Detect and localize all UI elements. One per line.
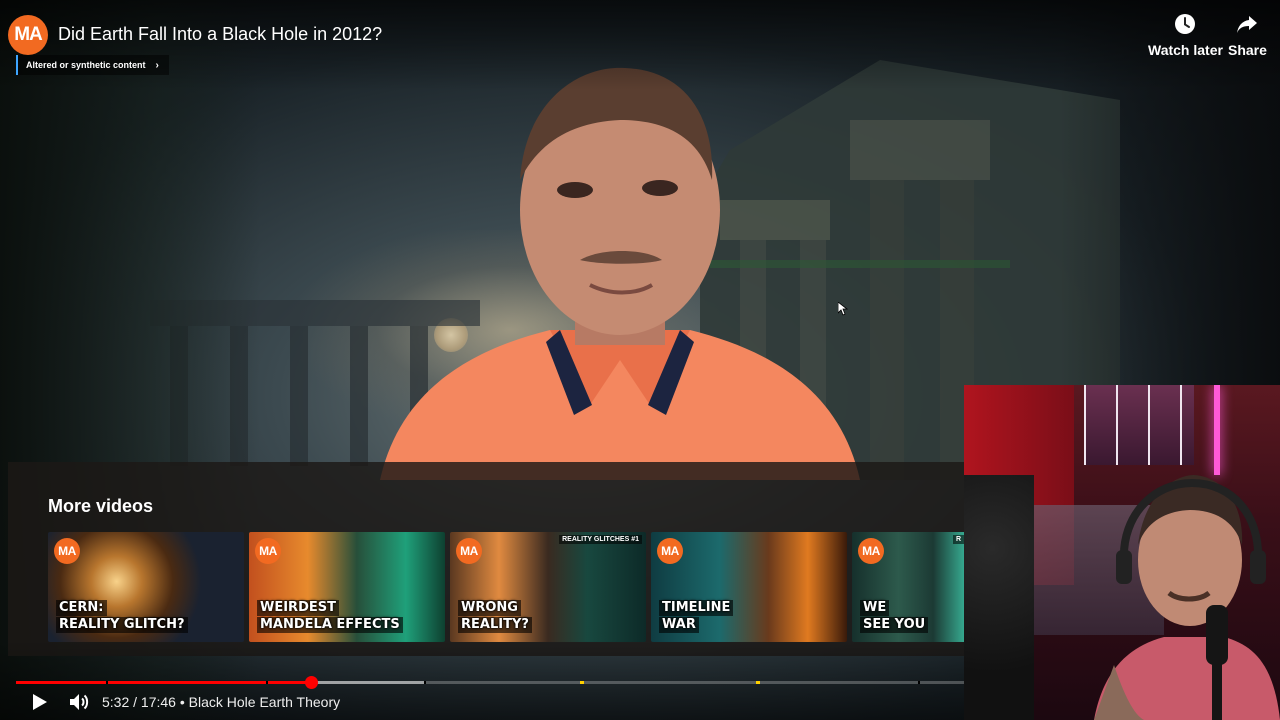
series-tag: REALITY GLITCHES #1: [559, 535, 642, 544]
thumbnail-caption: WEIRDEST MANDELA EFFECTS: [257, 600, 403, 634]
channel-avatar[interactable]: MA: [8, 15, 48, 55]
channel-badge: MA: [456, 538, 482, 564]
chapter-divider: [266, 681, 268, 684]
top-bar: MA Did Earth Fall Into a Black Hole in 2…: [0, 0, 1280, 90]
chapter-divider: [918, 681, 920, 684]
watch-later-label: Watch later: [1148, 42, 1223, 58]
webcam-neon-light: [1214, 385, 1220, 475]
chapter-divider: [424, 681, 426, 684]
caption-line: SEE YOU: [860, 617, 929, 633]
presenter: [380, 67, 860, 480]
series-tag: R: [952, 535, 964, 544]
webcam-shelf: [1084, 385, 1194, 465]
thumbnail-caption: WRONG REALITY?: [458, 600, 532, 634]
caption-line: WAR: [659, 617, 699, 633]
video-thumbnail-cern[interactable]: MA CERN: REALITY GLITCH?: [48, 532, 244, 642]
play-icon[interactable]: [28, 691, 50, 713]
synthetic-content-label[interactable]: Altered or synthetic content ›: [16, 55, 169, 75]
channel-badge: MA: [54, 538, 80, 564]
share-button[interactable]: Share: [1228, 12, 1267, 58]
caption-line: MANDELA EFFECTS: [257, 617, 403, 633]
ad-marker: [756, 681, 760, 684]
video-thumbnail-timeline-war[interactable]: MA TIMELINE WAR: [651, 532, 847, 642]
ad-marker: [580, 681, 584, 684]
channel-badge: MA: [657, 538, 683, 564]
synthetic-content-text: Altered or synthetic content: [26, 60, 146, 70]
chapter-divider: [106, 681, 108, 684]
video-thumbnail-we-see-you[interactable]: MA R WE SEE YOU: [852, 532, 964, 642]
volume-icon[interactable]: [67, 690, 91, 714]
mouse-cursor: [838, 302, 848, 316]
chevron-right-icon: ›: [155, 59, 159, 71]
streamer-webcam: [964, 385, 1280, 720]
clock-icon: [1175, 14, 1196, 34]
video-thumbnail-mandela[interactable]: MA WEIRDEST MANDELA EFFECTS: [249, 532, 445, 642]
video-thumbnail-wrong-reality[interactable]: MA REALITY GLITCHES #1 WRONG REALITY?: [450, 532, 646, 642]
webcam-chair: [964, 475, 1034, 720]
more-videos-panel: More videos MA CERN: REALITY GLITCH? MA …: [8, 462, 964, 656]
caption-line: WEIRDEST: [257, 600, 339, 616]
caption-line: CERN:: [56, 600, 107, 616]
channel-badge: MA: [858, 538, 884, 564]
caption-line: REALITY?: [458, 617, 532, 633]
caption-line: WE: [860, 600, 890, 616]
video-title[interactable]: Did Earth Fall Into a Black Hole in 2012…: [58, 24, 382, 45]
more-videos-heading: More videos: [48, 496, 154, 516]
watch-later-button[interactable]: Watch later: [1148, 12, 1223, 58]
time-display: 5:32 / 17:46 • Black Hole Earth Theory: [102, 694, 341, 710]
share-arrow-icon: [1237, 16, 1258, 33]
streamer: [1094, 475, 1280, 720]
caption-line: WRONG: [458, 600, 521, 616]
caption-line: REALITY GLITCH?: [56, 617, 188, 633]
share-label: Share: [1228, 42, 1267, 58]
more-videos-list: MA CERN: REALITY GLITCH? MA WEIRDEST MAN…: [48, 532, 964, 642]
thumbnail-caption: CERN: REALITY GLITCH?: [56, 600, 188, 634]
caption-line: TIMELINE: [659, 600, 734, 616]
thumbnail-caption: TIMELINE WAR: [659, 600, 734, 634]
thumbnail-caption: WE SEE YOU: [860, 600, 929, 634]
channel-badge: MA: [255, 538, 281, 564]
progress-bar[interactable]: [16, 676, 964, 689]
